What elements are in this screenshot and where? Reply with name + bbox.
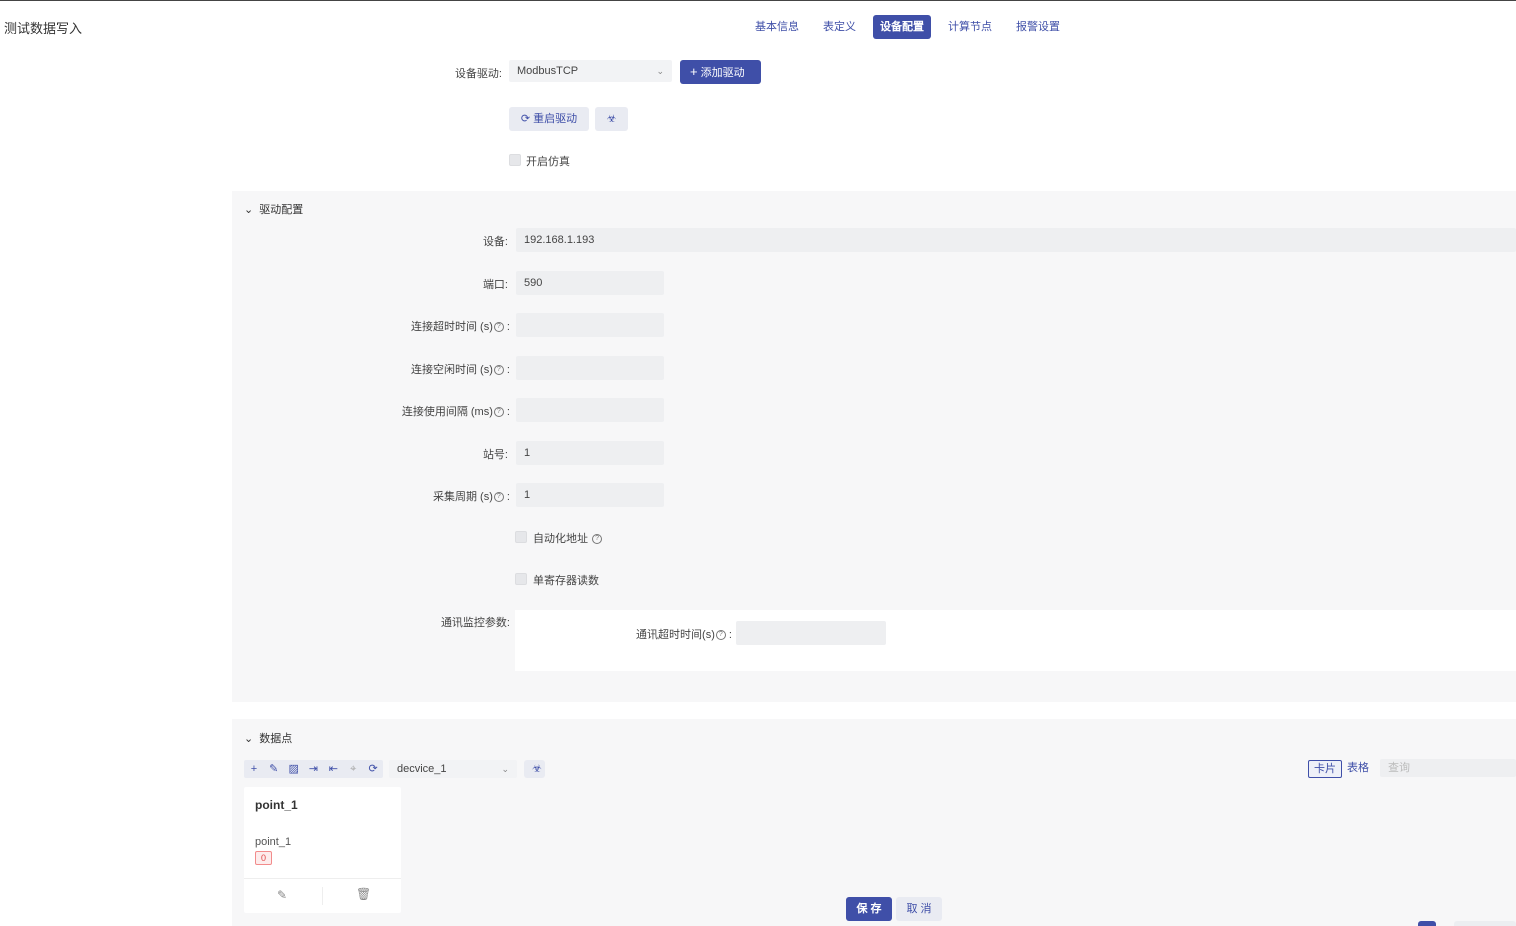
help-icon: ? (493, 407, 504, 418)
chevron-down-icon: ⌄ (244, 204, 254, 216)
cancel-button[interactable]: 取 消 (896, 897, 942, 921)
collect-cycle-field[interactable]: 1 (516, 483, 664, 507)
tab-bar: 基本信息 表定义 设备配置 计算节点 报警设置 (748, 15, 1077, 39)
bug-icon: ☣ (606, 113, 617, 125)
connect-idle-field[interactable] (516, 356, 664, 380)
device-filter-select[interactable]: decvice_1 ⌄ (389, 760, 517, 778)
help-icon: ? (493, 322, 504, 333)
points-toolbar: + ✎ ▨ ⇥ ⇤ ⌖ ⟳ (244, 760, 383, 778)
single-register-label: 单寄存器读数 (533, 575, 599, 587)
chevron-down-icon: ⌄ (244, 733, 254, 745)
comm-monitor-label: 通讯监控参数: (440, 617, 510, 629)
connect-interval-field[interactable] (516, 398, 664, 422)
help-icon: ? (493, 365, 504, 376)
driver-config-header[interactable]: ⌄ 驱动配置 (244, 201, 303, 217)
help-icon: ? (715, 630, 726, 641)
connect-idle-label-wrap: 连接空闲时间 (s)? : (410, 364, 510, 376)
tab-alarm-settings[interactable]: 报警设置 (1009, 15, 1067, 39)
tab-device-config[interactable]: 设备配置 (873, 15, 931, 39)
connect-timeout-label-wrap: 连接超时时间 (s)? : (410, 321, 510, 333)
simulate-checkbox[interactable] (509, 154, 521, 166)
pagination-current[interactable] (1418, 921, 1436, 926)
comm-timeout-label-wrap: 通讯超时时间(s)? : (636, 629, 732, 641)
tab-compute-node[interactable]: 计算节点 (941, 15, 999, 39)
port-field[interactable]: 590 (516, 271, 664, 295)
auto-address-label: 自动化地址 (533, 533, 588, 545)
points-search-input[interactable]: 查询 (1380, 759, 1516, 777)
locate-icon[interactable]: ⌖ (343, 760, 363, 778)
data-points-header[interactable]: ⌄ 数据点 (244, 730, 292, 746)
view-table-toggle[interactable]: 表格 (1342, 760, 1374, 778)
tab-table-definition[interactable]: 表定义 (816, 15, 863, 39)
auto-address-checkbox[interactable] (515, 531, 527, 543)
collect-cycle-label: 采集周期 (s) (432, 491, 493, 503)
single-register-checkbox[interactable] (515, 573, 527, 585)
data-points-section (232, 719, 1516, 926)
help-icon: ? (493, 492, 504, 503)
device-field[interactable]: 192.168.1.193 (516, 228, 1516, 252)
tab-basic-info[interactable]: 基本信息 (748, 15, 806, 39)
connect-timeout-field[interactable] (516, 313, 664, 337)
comm-timeout-label: 通讯超时时间(s) (636, 629, 715, 641)
edit-icon[interactable]: ✎ (277, 888, 287, 902)
plus-icon: + (690, 64, 698, 79)
station-label: 站号: (482, 449, 508, 461)
driver-label: 设备驱动: (454, 68, 502, 80)
import-icon[interactable]: ⇥ (304, 760, 324, 778)
station-field[interactable]: 1 (516, 441, 664, 465)
points-debug-button[interactable]: ☣ (524, 760, 545, 778)
edit-icon[interactable]: ✎ (264, 760, 284, 778)
pagination-size-select[interactable] (1454, 921, 1516, 926)
card-action-divider (322, 887, 323, 905)
simulate-label: 开启仿真 (526, 156, 570, 168)
connect-idle-label: 连接空闲时间 (s) (410, 364, 493, 376)
chevron-down-icon: ⌄ (501, 764, 509, 774)
connect-interval-label-wrap: 连接使用间隔 (ms)? : (401, 406, 510, 418)
chevron-down-icon: ⌄ (656, 66, 664, 76)
point-card-name: point_1 (255, 836, 292, 848)
connect-timeout-label: 连接超时时间 (s) (410, 321, 493, 333)
data-points-title: 数据点 (259, 733, 293, 745)
driver-select-value: ModbusTCP (517, 65, 579, 77)
export-icon[interactable]: ⇤ (323, 760, 343, 778)
view-card-toggle[interactable]: 卡片 (1308, 760, 1342, 778)
add-driver-button[interactable]: + 添加驱动 (680, 60, 761, 84)
device-filter-value: decvice_1 (397, 763, 447, 775)
collect-cycle-label-wrap: 采集周期 (s)? : (432, 491, 510, 503)
add-icon[interactable]: + (244, 760, 264, 778)
restart-driver-button-label: 重启驱动 (533, 113, 578, 125)
driver-select[interactable]: ModbusTCP ⌄ (509, 60, 672, 82)
point-value-badge: 0 (255, 851, 272, 865)
comm-timeout-field[interactable] (736, 621, 886, 645)
refresh-icon: ⟳ (520, 113, 531, 125)
point-card-title: point_1 (255, 798, 298, 812)
add-driver-button-label: 添加驱动 (700, 67, 745, 79)
device-label: 设备: (482, 236, 508, 248)
debug-button[interactable]: ☣ (595, 107, 628, 131)
save-button[interactable]: 保 存 (846, 897, 892, 921)
help-icon: ? (592, 534, 603, 545)
page-title: 测试数据写入 (4, 21, 83, 36)
restart-driver-button[interactable]: ⟳ 重启驱动 (509, 107, 589, 131)
driver-config-title: 驱动配置 (259, 204, 304, 216)
bug-icon: ☣ (532, 763, 542, 775)
port-label: 端口: (482, 279, 508, 291)
card-divider (244, 878, 401, 879)
batch-icon[interactable]: ▨ (284, 760, 304, 778)
auto-address-label-wrap: 自动化地址 ? (533, 530, 603, 546)
refresh-icon[interactable]: ⟳ (363, 760, 383, 778)
connect-interval-label: 连接使用间隔 (ms) (401, 406, 493, 418)
delete-icon[interactable]: 🗑 (356, 887, 371, 901)
